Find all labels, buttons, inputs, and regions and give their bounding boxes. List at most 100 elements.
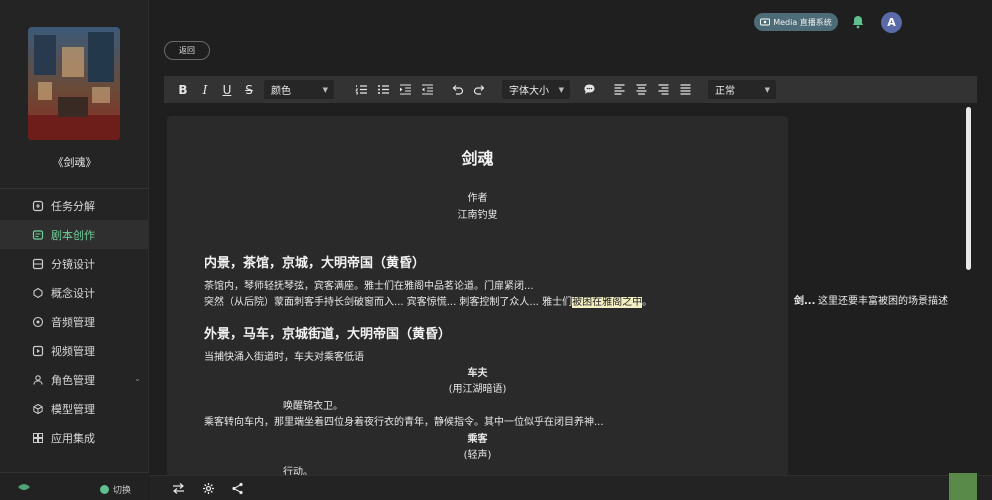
action-line: 乘客转向车内，那里端坐着四位身着夜行衣的青年，静候指令。其中一位似乎在闭目养神.… (204, 417, 604, 428)
comment-icon (584, 84, 594, 94)
dialogue-line: 唤醒锦衣卫。 (283, 401, 343, 412)
character-icon (32, 374, 44, 386)
chevron-down-icon: ▼ (322, 85, 328, 94)
sidebar-footer: 切换 (0, 472, 149, 500)
avatar-letter: A (887, 16, 896, 29)
logo-icon (18, 484, 30, 490)
switch-label: 切换 (113, 486, 132, 496)
switch-button[interactable]: 切换 (100, 483, 131, 496)
model-icon (32, 403, 44, 415)
sidebar-item-label: 剧本创作 (51, 228, 95, 242)
paragraph-style-value: 正常 (715, 86, 735, 97)
undo-button[interactable] (446, 80, 468, 100)
comment-text[interactable]: 这里还要丰富被困的场景描述 (818, 292, 948, 307)
user-avatar[interactable]: A (881, 12, 902, 33)
sidebar-item-label: 角色管理 (51, 373, 95, 387)
chevron-down-icon[interactable]: ⌄ (134, 374, 141, 383)
notification-bell-icon[interactable] (850, 14, 866, 30)
bottom-toolbar (150, 475, 992, 500)
settings-gear-icon[interactable] (202, 482, 215, 495)
sidebar-item-models[interactable]: 模型管理 (0, 394, 149, 423)
ordered-list-icon (354, 85, 367, 95)
action-line: 当捕快涌入街道时，车夫对乘客低语 (204, 352, 364, 363)
sidebar-item-label: 应用集成 (51, 431, 95, 445)
outdent-icon (421, 84, 433, 95)
color-select[interactable]: 颜色 ▼ (264, 80, 334, 99)
action-line: 茶馆内，琴师轻抚琴弦，宾客满座。雅士们在雅阁中品茗论道。门扉紧闭... (204, 281, 534, 292)
font-size-select[interactable]: 字体大小 ▼ (502, 80, 570, 99)
script-editor[interactable]: 剑魂 作者 江南钓叟 内景，茶馆，京城，大明帝国（黄昏） 茶馆内，琴师轻抚琴弦，… (167, 116, 788, 476)
chevron-down-icon: ▼ (764, 85, 770, 94)
sidebar-item-label: 音频管理 (51, 315, 95, 329)
storyboard-icon (32, 258, 44, 270)
editor-scrollbar[interactable] (966, 107, 972, 487)
align-left-icon (614, 84, 624, 95)
redo-button[interactable] (468, 80, 490, 100)
character-name: 乘客 (467, 434, 488, 445)
sidebar-item-characters[interactable]: 角色管理 ⌄ (0, 365, 149, 394)
bold-button[interactable]: B (172, 80, 194, 100)
author-label: 作者 (467, 193, 488, 204)
indent-button[interactable] (394, 80, 416, 100)
author-name: 江南钓叟 (457, 210, 498, 221)
media-live-label: Media 直播系统 (773, 17, 832, 27)
app-root: 《剑魂》 任务分解 剧本创作 分镜设计 概念设计 音频管理 视频管理 角色管理 … (0, 0, 992, 500)
sidebar-item-storyboard[interactable]: 分镜设计 (0, 249, 149, 278)
parenthetical: (用江湖暗语) (448, 384, 507, 395)
comment-anchor[interactable]: 剑... (794, 292, 815, 307)
ordered-list-button[interactable] (350, 80, 372, 100)
back-button[interactable]: 返回 (164, 41, 210, 60)
sidebar: 《剑魂》 任务分解 剧本创作 分镜设计 概念设计 音频管理 视频管理 角色管理 … (0, 0, 149, 500)
sidebar-item-concept-design[interactable]: 概念设计 (0, 278, 149, 307)
media-live-button[interactable]: Media 直播系统 (754, 13, 838, 31)
paragraph-style-select[interactable]: 正常 ▼ (708, 80, 776, 99)
sidebar-item-label: 模型管理 (51, 402, 95, 416)
sidebar-item-task-breakdown[interactable]: 任务分解 (0, 191, 149, 220)
align-center-icon (636, 84, 646, 95)
project-cover-image[interactable] (28, 27, 120, 140)
parenthetical: (轻声) (463, 450, 492, 461)
apps-icon (32, 432, 44, 444)
action-text: 突然（从后院）蒙面刺客手持长剑破窗而入... 宾客惊慌... 刺客控制了众人..… (204, 297, 573, 308)
font-size-select-value: 字体大小 (509, 86, 549, 97)
align-right-icon (658, 84, 668, 95)
bullet-list-icon (377, 85, 389, 94)
concept-icon (32, 287, 44, 299)
align-center-button[interactable] (630, 80, 652, 100)
align-right-button[interactable] (652, 80, 674, 100)
sidebar-nav: 任务分解 剧本创作 分镜设计 概念设计 音频管理 视频管理 角色管理 ⌄ 模型管… (0, 191, 149, 452)
sidebar-item-integrations[interactable]: 应用集成 (0, 423, 149, 452)
swap-icon[interactable] (172, 482, 185, 495)
sidebar-item-label: 视频管理 (51, 344, 95, 358)
outdent-button[interactable] (416, 80, 438, 100)
comment-button[interactable] (578, 80, 600, 100)
align-justify-icon (680, 84, 690, 95)
italic-button[interactable]: I (194, 80, 216, 100)
editor-toolbar: B I U S 颜色 ▼ 字体大小 ▼ 正常 ▼ (164, 76, 977, 103)
preview-thumbnail[interactable] (949, 473, 977, 500)
align-justify-button[interactable] (674, 80, 696, 100)
sidebar-item-label: 概念设计 (51, 286, 95, 300)
character-name: 车夫 (467, 368, 488, 379)
sidebar-item-video[interactable]: 视频管理 (0, 336, 149, 365)
switch-icon (100, 485, 109, 494)
document-title: 剑魂 (461, 149, 494, 168)
bullet-list-button[interactable] (372, 80, 394, 100)
sidebar-item-script-writing[interactable]: 剧本创作 (0, 220, 149, 249)
sidebar-item-label: 分镜设计 (51, 257, 95, 271)
sidebar-divider (0, 188, 149, 189)
share-icon[interactable] (231, 482, 244, 495)
color-select-value: 颜色 (271, 86, 291, 97)
video-icon (32, 345, 44, 357)
commented-highlight[interactable]: 被困在雅阁之中 (572, 297, 643, 308)
scrollbar-thumb[interactable] (966, 107, 971, 270)
undo-icon (452, 85, 463, 95)
align-left-button[interactable] (608, 80, 630, 100)
sidebar-item-audio[interactable]: 音频管理 (0, 307, 149, 336)
indent-icon (399, 84, 411, 95)
scene-heading: 内景，茶馆，京城，大明帝国（黄昏） (204, 256, 426, 271)
sidebar-item-label: 任务分解 (51, 199, 95, 213)
broadcast-icon (760, 18, 771, 26)
strikethrough-button[interactable]: S (238, 80, 260, 100)
underline-button[interactable]: U (216, 80, 238, 100)
